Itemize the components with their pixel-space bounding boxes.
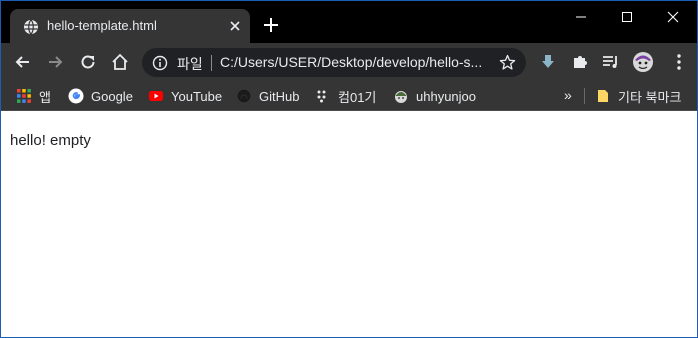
dots-icon (315, 88, 331, 104)
bookmark-google[interactable]: Google (68, 86, 133, 106)
bookmark-uhhyunjoo[interactable]: uhhyunjoo (393, 86, 476, 106)
profile-avatar-icon[interactable] (632, 51, 654, 73)
bookmark-star-icon[interactable] (499, 54, 516, 71)
reload-icon[interactable] (78, 52, 98, 72)
toolbar: 파일 C:/Users/USER/Desktop/develop/hello-s… (1, 43, 697, 81)
close-tab-icon[interactable] (228, 19, 242, 33)
youtube-icon (148, 88, 164, 104)
bookmarks-bar: 앱 Google YouTube GitHub 컴01기 uhhyunjoo »… (1, 81, 697, 111)
bookmark-youtube[interactable]: YouTube (148, 86, 222, 106)
tab-strip: hello-template.html (1, 1, 697, 43)
scheme-label: 파일 (177, 56, 203, 72)
page-body-text: hello! empty (10, 132, 91, 149)
media-playlist-icon[interactable] (601, 52, 621, 72)
new-tab-icon[interactable] (263, 17, 279, 33)
bookmark-other-folder[interactable]: 기타 북마크 (595, 86, 681, 106)
page-viewport: hello! empty (1, 112, 697, 337)
url-text[interactable]: C:/Users/USER/Desktop/develop/hello-s... (220, 54, 492, 70)
globe-icon (23, 19, 39, 35)
bookmark-label: GitHub (259, 88, 300, 104)
google-icon (68, 88, 84, 104)
info-icon[interactable] (152, 55, 168, 71)
tab-active[interactable]: hello-template.html (10, 9, 250, 43)
bookmark-apps[interactable]: 앱 (16, 86, 51, 106)
apps-grid-icon (16, 88, 32, 104)
back-arrow-icon[interactable] (13, 52, 33, 72)
bookmarks-divider (584, 88, 585, 104)
folder-icon (595, 88, 611, 104)
download-icon[interactable] (538, 52, 558, 72)
tab-title: hello-template.html (47, 18, 157, 33)
bookmark-label: uhhyunjoo (416, 88, 476, 104)
minimize-icon[interactable] (557, 1, 603, 33)
bookmark-label: YouTube (171, 88, 223, 104)
bookmark-label: Google (91, 88, 133, 104)
forward-arrow-icon[interactable] (45, 52, 65, 72)
close-window-icon[interactable] (649, 1, 695, 33)
extensions-puzzle-icon[interactable] (570, 52, 590, 72)
bookmark-label: 기타 북마크 (618, 89, 682, 105)
bookmark-com01gi[interactable]: 컴01기 (315, 86, 376, 106)
avatar-icon (393, 88, 409, 104)
bookmark-github[interactable]: GitHub (236, 86, 299, 106)
address-bar[interactable]: 파일 C:/Users/USER/Desktop/develop/hello-s… (142, 48, 526, 77)
browser-window: hello-template.html 파일 C:/Users/USER/Des… (0, 0, 698, 338)
bookmark-label: 컴01기 (338, 89, 377, 105)
bookmark-label: 앱 (39, 89, 51, 105)
home-icon[interactable] (110, 52, 130, 72)
bookmarks-overflow-chevron[interactable]: » (564, 87, 572, 103)
omnibox-divider (211, 55, 212, 71)
menu-kebab-icon[interactable] (669, 52, 689, 72)
maximize-icon[interactable] (603, 1, 649, 33)
github-icon (236, 88, 252, 104)
